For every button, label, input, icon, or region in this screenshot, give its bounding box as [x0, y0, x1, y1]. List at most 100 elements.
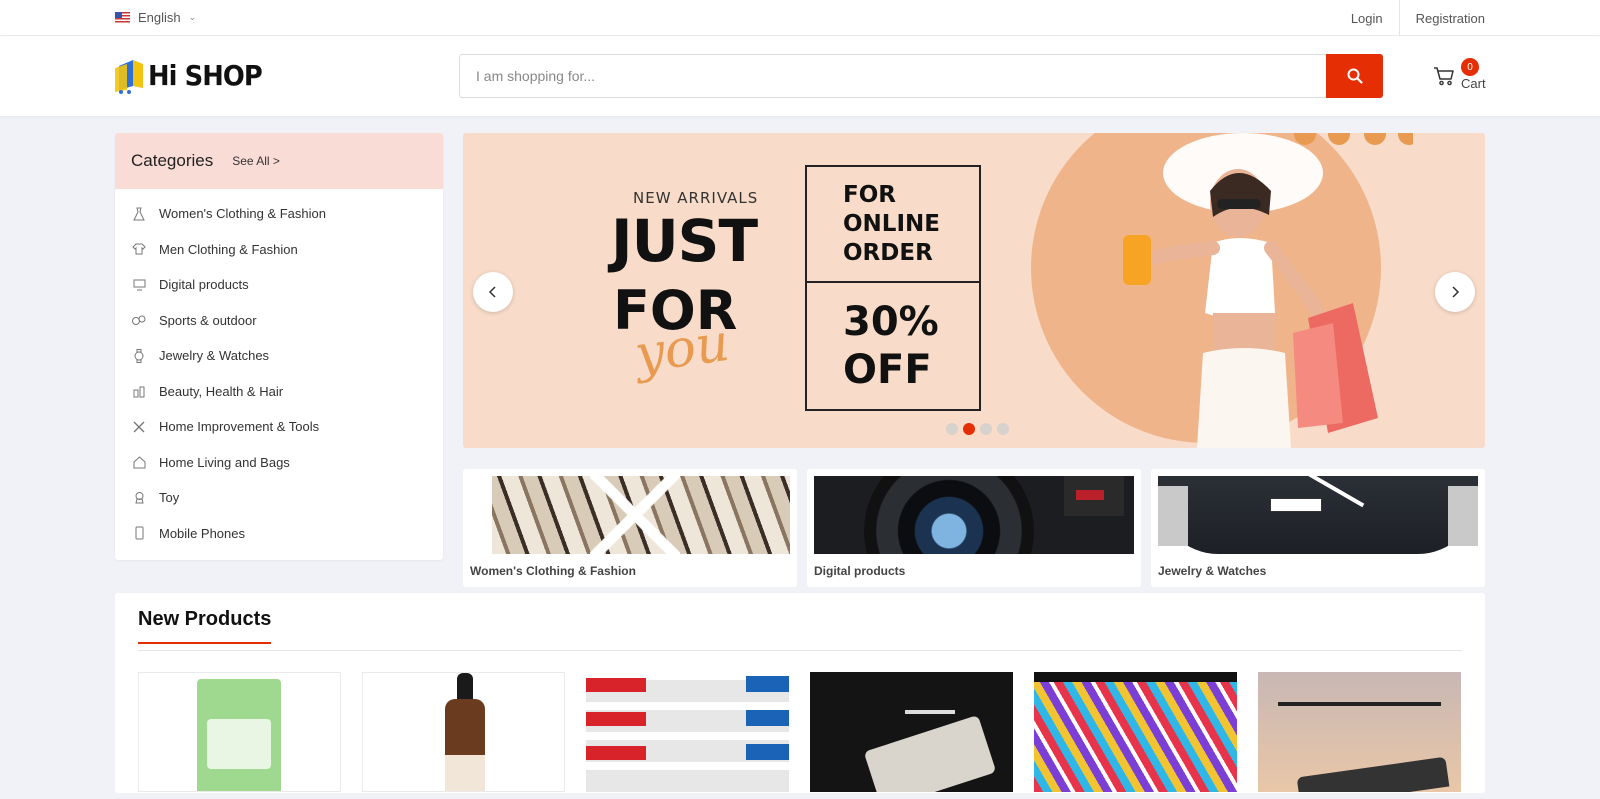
chevron-down-icon: ⌄ [188, 12, 197, 22]
product-grid [138, 672, 1462, 792]
projector-caption-mark [905, 710, 955, 714]
coat-image [470, 476, 790, 554]
cart-label: Cart [1461, 76, 1486, 91]
banner-box-line: 30% [843, 299, 939, 345]
featured-category-tiles: Women's Clothing & Fashion Digital produ… [463, 469, 1485, 587]
top-bar: English ⌄ Login Registration [0, 0, 1600, 36]
hero-section: Categories See All > Women's Clothing & … [115, 133, 1485, 593]
promo-banner-slider[interactable]: NEW ARRIVALS JUST FOR you FOR ONLINE ORD… [463, 133, 1485, 448]
category-label: Men Clothing & Fashion [159, 241, 298, 257]
phone-icon [132, 526, 146, 540]
banner-discount-box: 30% OFF [805, 281, 981, 411]
us-flag-icon [115, 12, 130, 23]
product-card[interactable] [1034, 672, 1237, 792]
banner-box-line: FOR [843, 181, 896, 208]
login-link[interactable]: Login [1335, 0, 1399, 36]
banner-box-line: ONLINE [843, 210, 940, 237]
projector-image [863, 714, 997, 792]
slider-prev-button[interactable] [473, 272, 513, 312]
category-item[interactable]: Mobile Phones [115, 516, 443, 552]
categories-header: Categories See All > [115, 133, 443, 189]
banner-box-line: ORDER [843, 239, 933, 266]
cart-button[interactable]: 0 Cart [1433, 58, 1486, 94]
banner-you: you [631, 312, 733, 386]
category-label: Mobile Phones [159, 525, 245, 541]
slider-dots [946, 423, 1009, 435]
slider-dot[interactable] [980, 423, 992, 435]
social-icons [1294, 133, 1413, 145]
category-item[interactable]: Toy [115, 480, 443, 516]
category-item[interactable]: Jewelry & Watches [115, 338, 443, 374]
shirt-icon [132, 242, 146, 256]
banner-online-order-box: FOR ONLINE ORDER [805, 165, 981, 283]
banner-model-image [1123, 133, 1378, 448]
product-card[interactable] [586, 672, 789, 792]
laptop-screen-image [1034, 682, 1237, 792]
cart-count-badge: 0 [1461, 58, 1479, 76]
home-icon [132, 455, 146, 469]
new-products-header: New Products [138, 593, 1462, 651]
category-label: Sports & outdoor [159, 312, 257, 328]
category-item[interactable]: Sports & outdoor [115, 303, 443, 339]
banner-just: JUST [611, 207, 758, 275]
category-label: Beauty, Health & Hair [159, 383, 284, 399]
sports-icon [132, 313, 146, 327]
category-label: Jewelry & Watches [159, 348, 270, 364]
toy-icon [132, 491, 146, 505]
product-card[interactable] [138, 672, 341, 792]
toothpaste-image [586, 672, 789, 792]
wipes-product-image [197, 679, 281, 791]
monitor-icon [132, 278, 146, 292]
featured-tile[interactable]: Digital products [807, 469, 1141, 587]
featured-tile[interactable]: Women's Clothing & Fashion [463, 469, 797, 587]
see-all-link[interactable]: See All > [232, 154, 280, 168]
slider-dot[interactable] [997, 423, 1009, 435]
featured-tile[interactable]: Jewelry & Watches [1151, 469, 1485, 587]
search-input[interactable] [459, 54, 1326, 98]
watch-image [1158, 476, 1478, 554]
category-item[interactable]: Beauty, Health & Hair [115, 374, 443, 410]
category-label: Toy [159, 490, 180, 506]
new-products-section: New Products [115, 593, 1485, 793]
slider-next-button[interactable] [1435, 272, 1475, 312]
featured-tile-label: Jewelry & Watches [1158, 564, 1267, 578]
language-selector[interactable]: English ⌄ [115, 10, 196, 25]
category-label: Home Improvement & Tools [159, 419, 320, 435]
slider-dot-active[interactable] [963, 423, 975, 435]
product-card[interactable] [362, 672, 565, 792]
search-icon [1347, 68, 1363, 84]
cart-icon [1434, 67, 1454, 86]
logo[interactable]: Hi SHOP [115, 56, 272, 94]
dress-icon [132, 207, 146, 221]
speaker-promo-text-image [1278, 702, 1441, 706]
product-card[interactable] [810, 672, 1013, 792]
product-card[interactable] [1258, 672, 1461, 792]
laptop-edge-image [1296, 756, 1450, 792]
category-item[interactable]: Women's Clothing & Fashion [115, 196, 443, 232]
category-item[interactable]: Digital products [115, 267, 443, 303]
category-item[interactable]: Men Clothing & Fashion [115, 232, 443, 268]
site-header: Hi SHOP 0 Cart [0, 36, 1600, 116]
search-button[interactable] [1326, 54, 1383, 98]
language-label: English [138, 10, 181, 25]
logo-text: Hi SHOP [148, 58, 263, 92]
category-list: Women's Clothing & Fashion Men Clothing … [115, 189, 443, 551]
registration-link[interactable]: Registration [1398, 0, 1485, 36]
oil-bottle-image [443, 673, 487, 791]
category-label: Digital products [159, 277, 249, 293]
slider-dot[interactable] [946, 423, 958, 435]
categories-panel: Categories See All > Women's Clothing & … [115, 133, 443, 560]
category-label: Home Living and Bags [159, 454, 290, 470]
watch-icon [132, 348, 146, 363]
chevron-left-icon [488, 286, 496, 298]
banner-new-arrivals: NEW ARRIVALS [633, 189, 759, 207]
featured-tile-label: Women's Clothing & Fashion [470, 564, 636, 578]
category-item[interactable]: Home Improvement & Tools [115, 409, 443, 445]
tools-icon [132, 420, 146, 434]
banner-box-line: OFF [843, 347, 932, 393]
beauty-icon [132, 384, 146, 398]
shopping-bag-logo-icon [115, 60, 143, 94]
new-products-title: New Products [138, 608, 272, 644]
categories-title: Categories [131, 151, 214, 170]
category-item[interactable]: Home Living and Bags [115, 445, 443, 481]
